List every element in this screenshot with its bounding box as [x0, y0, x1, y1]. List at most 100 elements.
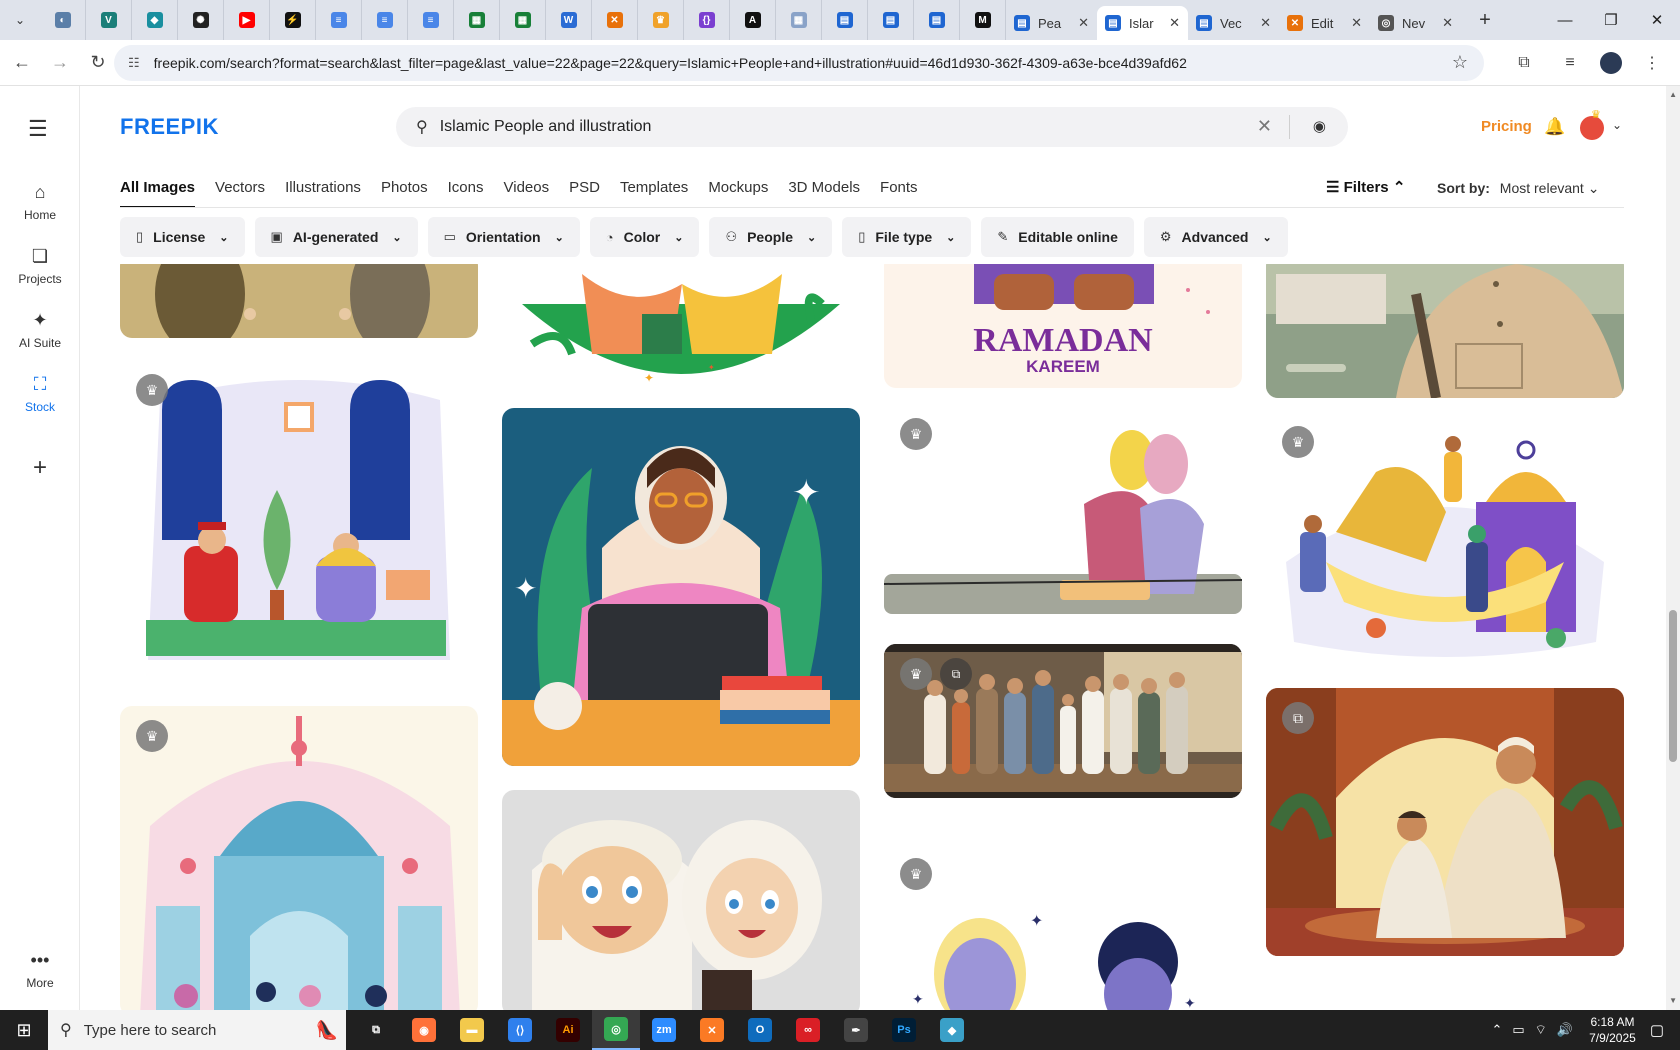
tab-photos[interactable]: Photos — [381, 176, 428, 208]
filter-chip-ai-generated[interactable]: ▣ AI-generated ⌄ — [254, 217, 418, 257]
pinned-tab[interactable]: ▤ — [868, 0, 914, 40]
filter-chip-editable-online[interactable]: ✎ Editable online — [981, 217, 1134, 257]
image-card[interactable]: ✦ ✦ — [502, 408, 860, 766]
tab-close-icon[interactable]: ✕ — [1078, 15, 1089, 31]
site-info-icon[interactable]: ☷ — [128, 55, 140, 71]
browser-menu-kebab-icon[interactable]: ⋮ — [1636, 47, 1668, 79]
tab-illustrations[interactable]: Illustrations — [285, 176, 361, 208]
wifi-icon[interactable]: ⌔ — [1535, 1022, 1547, 1038]
image-card[interactable] — [1266, 264, 1624, 398]
url-text[interactable]: freepik.com/search?format=search&last_fi… — [154, 55, 1187, 71]
taskbar-app[interactable]: ▬ — [448, 1010, 496, 1050]
image-card[interactable]: ✦ ✦ ✦ ♛ — [884, 844, 1242, 1010]
taskbar-app[interactable]: ✒ — [832, 1010, 880, 1050]
hamburger-menu-icon[interactable]: ☰ — [28, 116, 48, 142]
tab-fonts[interactable]: Fonts — [880, 176, 918, 208]
taskbar-app[interactable]: Ai — [544, 1010, 592, 1050]
restore-icon[interactable]: ❐ — [1588, 0, 1634, 40]
volume-icon[interactable]: 🔊 — [1557, 1022, 1573, 1038]
tab-search-chevron-down-icon[interactable]: ⌄ — [6, 6, 34, 34]
filter-chip-advanced[interactable]: ⚙ Advanced ⌄ — [1143, 217, 1288, 257]
taskbar-app[interactable]: ∞ — [784, 1010, 832, 1050]
image-card[interactable]: ♛ — [884, 404, 1242, 626]
omnibox[interactable]: ☷ freepik.com/search?format=search&last_… — [114, 45, 1484, 81]
image-card[interactable]: ♛ ⧉ — [884, 644, 1242, 798]
browser-tab[interactable]: ▤ Vec ✕ — [1188, 6, 1279, 40]
taskbar-app[interactable]: ◉ — [400, 1010, 448, 1050]
page-scrollbar[interactable] — [1666, 86, 1680, 1010]
sidebar-item-home[interactable]: ⌂ Home — [0, 182, 80, 222]
image-card[interactable]: ♛ — [1266, 412, 1624, 658]
sidebar-item-projects[interactable]: ❏ Projects — [0, 246, 80, 286]
new-tab-plus-icon[interactable]: + — [1469, 4, 1501, 36]
search-icon[interactable]: ⚲ — [416, 117, 428, 137]
tab-3d-models[interactable]: 3D Models — [788, 176, 860, 208]
pinned-tab[interactable]: A — [730, 0, 776, 40]
tab-mockups[interactable]: Mockups — [708, 176, 768, 208]
image-card[interactable]: ✦ ✦ — [502, 264, 860, 394]
forward-arrow-icon[interactable]: → — [44, 47, 76, 79]
scroll-up-arrow-icon[interactable]: ▲ — [1669, 90, 1677, 99]
pinned-tab[interactable]: ≡ — [316, 0, 362, 40]
scroll-down-arrow-icon[interactable]: ▼ — [1669, 996, 1677, 1005]
pinned-tab[interactable]: ▶ — [224, 0, 270, 40]
pinned-tab[interactable]: ◐ — [40, 0, 86, 40]
taskbar-app[interactable]: Ps — [880, 1010, 928, 1050]
add-plus-icon[interactable]: + — [24, 452, 56, 484]
extensions-puzzle-icon[interactable]: ⧉ — [1508, 47, 1540, 79]
tab-vectors[interactable]: Vectors — [215, 176, 265, 208]
tab-close-icon[interactable]: ✕ — [1169, 15, 1180, 31]
pricing-link[interactable]: Pricing — [1481, 118, 1532, 135]
browser-tab[interactable]: ◎ Nev ✕ — [1370, 6, 1461, 40]
tab-psd[interactable]: PSD — [569, 176, 600, 208]
pinned-tab[interactable]: ⚡ — [270, 0, 316, 40]
tab-templates[interactable]: Templates — [620, 176, 688, 208]
tab-videos[interactable]: Videos — [504, 176, 550, 208]
pinned-tab[interactable]: ▦ — [500, 0, 546, 40]
pinned-tab[interactable]: ▦ — [454, 0, 500, 40]
pinned-tab[interactable]: ◆ — [132, 0, 178, 40]
sidebar-item-stock[interactable]: ⛶ Stock — [0, 374, 80, 414]
network-icon[interactable]: ▭ — [1512, 1022, 1524, 1038]
back-arrow-icon[interactable]: ← — [6, 47, 38, 79]
chevron-up-icon[interactable]: ⌃ — [1491, 1022, 1502, 1038]
taskbar-app[interactable]: ⟨⟩ — [496, 1010, 544, 1050]
taskbar-app[interactable]: ⧉ — [352, 1010, 400, 1050]
search-input[interactable] — [439, 118, 1200, 136]
clock[interactable]: 6:18 AM 7/9/2025 — [1589, 1014, 1636, 1046]
reload-icon[interactable]: ↻ — [82, 47, 114, 79]
tab-close-icon[interactable]: ✕ — [1442, 15, 1453, 31]
scrollbar-thumb[interactable] — [1669, 610, 1677, 762]
pinned-tab[interactable]: M — [960, 0, 1006, 40]
image-card[interactable]: ⧉ — [1266, 688, 1624, 956]
image-card[interactable]: ♛ — [120, 706, 478, 1010]
filter-chip-file-type[interactable]: ▯ File type ⌄ — [842, 217, 972, 257]
close-window-icon[interactable]: ✕ — [1634, 0, 1680, 40]
taskbar-search[interactable]: ⚲ Type here to search 👠 — [48, 1010, 346, 1050]
pinned-tab[interactable]: V — [86, 0, 132, 40]
filters-button[interactable]: ☰ Filters ⌃ — [1326, 178, 1405, 196]
tab-all-images[interactable]: All Images — [120, 176, 196, 208]
taskbar-app[interactable]: ◎ — [592, 1010, 640, 1050]
windows-start-icon[interactable]: ⊞ — [0, 1010, 48, 1050]
tab-close-icon[interactable]: ✕ — [1260, 15, 1271, 31]
freepik-logo[interactable]: FREEPIK — [120, 114, 219, 140]
image-card[interactable]: ♛ — [120, 360, 478, 690]
pinned-tab[interactable]: ▦ — [776, 0, 822, 40]
media-controls-icon[interactable]: ≡ — [1554, 47, 1586, 79]
sort-dropdown[interactable]: Sort by: Most relevant ⌄ — [1437, 180, 1599, 197]
minimize-icon[interactable]: — — [1542, 0, 1588, 40]
filter-chip-license[interactable]: ▯ License ⌄ — [120, 217, 245, 257]
bell-icon[interactable]: 🔔 — [1544, 117, 1565, 137]
filter-chip-orientation[interactable]: ▭ Orientation ⌄ — [427, 217, 580, 257]
chevron-down-icon[interactable]: ⌄ — [1612, 118, 1622, 132]
pinned-tab[interactable]: W — [546, 0, 592, 40]
taskbar-app[interactable]: ◆ — [928, 1010, 976, 1050]
bookmark-star-icon[interactable]: ☆ — [1452, 52, 1468, 73]
pinned-tab[interactable]: ▤ — [822, 0, 868, 40]
filter-chip-people[interactable]: ⚇ People ⌄ — [709, 217, 833, 257]
pinned-tab[interactable]: ♛ — [638, 0, 684, 40]
tab-close-icon[interactable]: ✕ — [1351, 15, 1362, 31]
camera-icon[interactable]: ◉ — [1313, 117, 1326, 135]
pinned-tab[interactable]: ✺ — [178, 0, 224, 40]
